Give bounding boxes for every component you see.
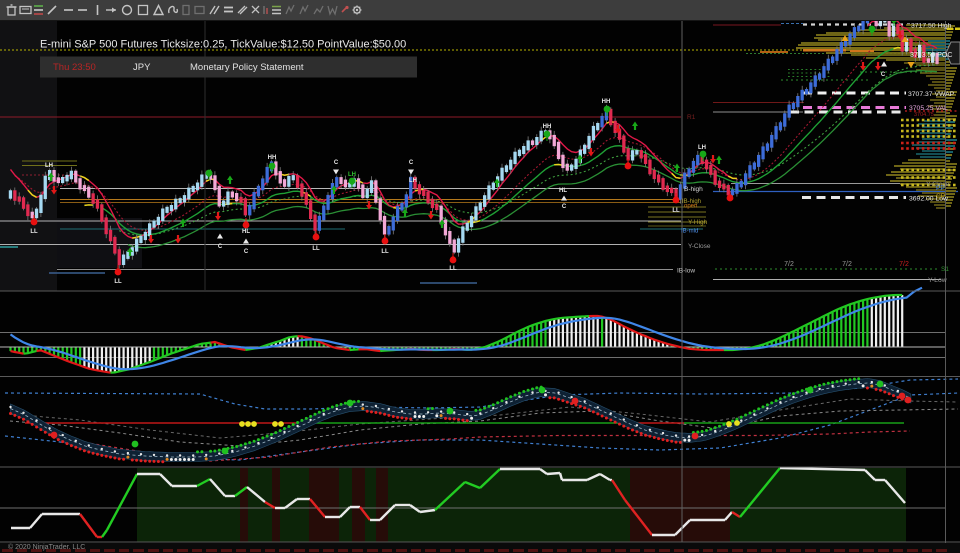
svg-text:C: C xyxy=(334,160,339,166)
svg-text:LH: LH xyxy=(348,172,356,178)
svg-text:HH: HH xyxy=(268,155,277,161)
svg-text:LL: LL xyxy=(672,208,680,214)
svg-text:open: open xyxy=(684,204,697,210)
svg-text:C: C xyxy=(409,160,414,166)
svg-text:3713.50 POC: 3713.50 POC xyxy=(910,52,952,59)
svg-text:7/2: 7/2 xyxy=(784,261,794,268)
svg-text:JPY: JPY xyxy=(133,62,151,73)
svg-text:3704.75: 3704.75 xyxy=(914,112,934,118)
svg-text:CP: CP xyxy=(936,193,945,200)
svg-text:PP: PP xyxy=(936,185,945,192)
svg-text:3707.37 VWAP: 3707.37 VWAP xyxy=(908,91,955,98)
svg-text:LL: LL xyxy=(312,246,320,252)
svg-text:Monetary Policy Statement: Monetary Policy Statement xyxy=(190,62,304,73)
svg-text:Y-Close: Y-Close xyxy=(688,243,711,250)
svg-text:LH: LH xyxy=(698,145,706,151)
svg-text:3705.25 VAL: 3705.25 VAL xyxy=(909,105,948,112)
svg-text:E-mini S&P 500 Futures Ticksiz: E-mini S&P 500 Futures Ticksize:0.25, Ti… xyxy=(40,39,406,51)
svg-text:C: C xyxy=(881,72,886,78)
svg-text:HL: HL xyxy=(559,188,567,194)
svg-text:7/2: 7/2 xyxy=(899,261,909,268)
svg-text:7/2: 7/2 xyxy=(842,261,852,268)
svg-text:Y-High: Y-High xyxy=(688,219,708,226)
svg-text:LL: LL xyxy=(114,279,122,285)
svg-text:C: C xyxy=(218,244,223,250)
svg-text:Thu 23:50: Thu 23:50 xyxy=(53,62,96,73)
svg-text:LL: LL xyxy=(449,266,457,272)
svg-text:LL: LL xyxy=(381,249,389,255)
svg-text:LH: LH xyxy=(409,178,417,184)
svg-text:IB-mid: IB-mid xyxy=(681,229,698,235)
svg-text:R1: R1 xyxy=(687,114,696,121)
svg-text:LL: LL xyxy=(30,229,38,235)
svg-text:S1: S1 xyxy=(941,266,949,273)
svg-text:3717.50 High: 3717.50 High xyxy=(911,23,952,30)
svg-text:HL: HL xyxy=(242,229,250,235)
svg-text:HH: HH xyxy=(602,99,611,105)
svg-text:HH: HH xyxy=(543,124,552,130)
svg-text:C: C xyxy=(562,204,567,210)
svg-text:Y-Low: Y-Low xyxy=(928,277,947,284)
svg-text:B-high: B-high xyxy=(684,186,703,193)
svg-text:LH: LH xyxy=(45,163,53,169)
svg-text:IB-low: IB-low xyxy=(677,268,695,275)
svg-text:C: C xyxy=(244,249,249,255)
